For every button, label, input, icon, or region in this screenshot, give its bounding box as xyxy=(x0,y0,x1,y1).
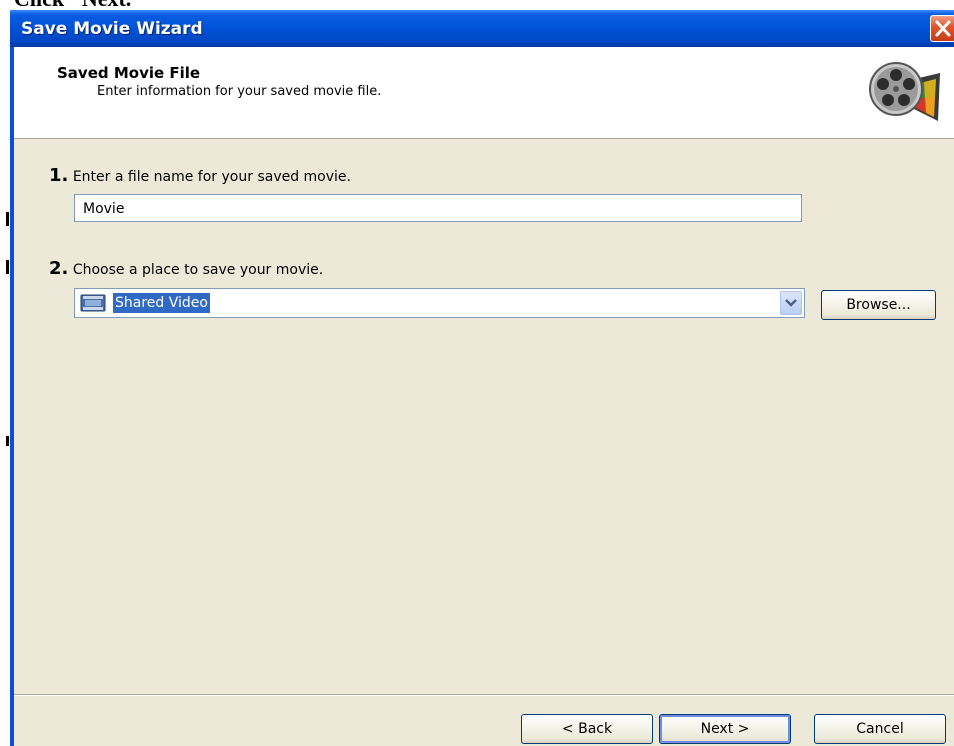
header-subtitle: Enter information for your saved movie f… xyxy=(97,84,382,99)
title-bar[interactable]: Save Movie Wizard xyxy=(10,10,954,47)
save-movie-wizard-window: Save Movie Wizard Saved Movie File Enter… xyxy=(10,10,954,746)
window-title: Save Movie Wizard xyxy=(21,19,203,39)
footer-separator xyxy=(14,694,954,696)
chevron-down-icon xyxy=(785,299,797,307)
movie-file-name-input[interactable]: Movie xyxy=(74,194,802,222)
step-2-label: 2. Choose a place to save your movie. xyxy=(49,258,323,279)
step-1-text: Enter a file name for your saved movie. xyxy=(72,169,351,185)
wizard-client-area: Saved Movie File Enter information for y… xyxy=(14,47,954,746)
background-text-fragment xyxy=(6,212,9,226)
step-1-label: 1. Enter a file name for your saved movi… xyxy=(49,165,351,186)
shared-video-folder-icon xyxy=(80,294,106,312)
step-2-text: Choose a place to save your movie. xyxy=(72,262,324,278)
dropdown-button[interactable] xyxy=(780,291,802,315)
close-button[interactable] xyxy=(930,15,954,42)
close-icon xyxy=(935,20,951,37)
step-2-number: 2. xyxy=(49,258,69,279)
save-location-combobox[interactable]: Shared Video xyxy=(74,288,805,318)
header-title: Saved Movie File xyxy=(57,64,201,82)
cancel-button[interactable]: Cancel xyxy=(814,714,946,744)
browse-button[interactable]: Browse... xyxy=(821,290,936,320)
movie-maker-film-reel-icon xyxy=(869,62,940,121)
back-button[interactable]: < Back xyxy=(521,714,653,744)
step-1-number: 1. xyxy=(49,165,69,186)
selected-location-text: Shared Video xyxy=(113,293,210,313)
background-text-fragment xyxy=(6,260,9,274)
wizard-header: Saved Movie File Enter information for y… xyxy=(14,47,954,139)
background-text-fragment xyxy=(6,436,9,446)
next-button[interactable]: Next > xyxy=(659,714,791,744)
